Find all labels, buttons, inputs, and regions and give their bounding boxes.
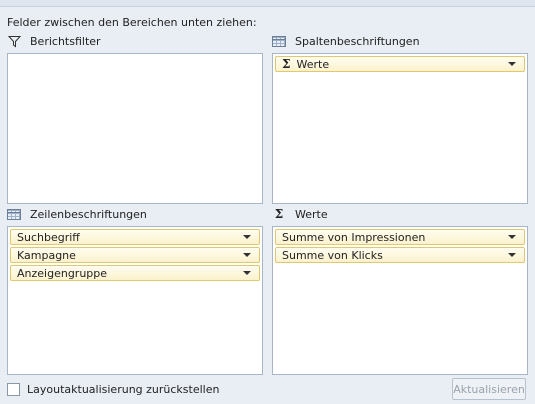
chevron-down-icon[interactable] [243, 235, 251, 239]
report-filter-title: Berichtsfilter [30, 34, 101, 48]
filter-icon [7, 34, 21, 48]
row-field-suchbegriff[interactable]: Suchbegriff [10, 229, 260, 245]
instruction-text: Felder zwischen den Bereichen unten zieh… [7, 16, 257, 29]
report-filter-header: Berichtsfilter [7, 33, 101, 49]
report-filter-drop-area[interactable] [7, 53, 263, 204]
defer-update-checkbox[interactable] [7, 383, 20, 396]
row-table-icon [7, 207, 21, 221]
sigma-icon: Σ [274, 207, 284, 221]
values-header: Σ Werte [272, 206, 328, 222]
field-label: Suchbegriff [17, 230, 80, 244]
row-labels-drop-area[interactable]: Suchbegriff Kampagne Anzeigengruppe [7, 226, 263, 375]
value-field-impressionen[interactable]: Summe von Impressionen [275, 229, 525, 245]
row-labels-header: Zeilenbeschriftungen [7, 206, 147, 222]
row-field-anzeigengruppe[interactable]: Anzeigengruppe [10, 265, 260, 281]
field-label: Anzeigengruppe [17, 266, 108, 280]
chevron-down-icon[interactable] [243, 253, 251, 257]
value-field-klicks[interactable]: Summe von Klicks [275, 247, 525, 263]
field-label: Summe von Klicks [282, 248, 383, 262]
values-drop-area[interactable]: Summe von Impressionen Summe von Klicks [272, 226, 528, 375]
defer-update-label[interactable]: Layoutaktualisierung zurückstellen [27, 383, 219, 396]
row-field-kampagne[interactable]: Kampagne [10, 247, 260, 263]
sigma-icon: Σ [282, 57, 291, 71]
chevron-down-icon[interactable] [243, 271, 251, 275]
chevron-down-icon[interactable] [508, 235, 516, 239]
column-labels-drop-area[interactable]: Σ Werte [272, 53, 528, 204]
field-label: Werte [296, 57, 330, 71]
field-label: Kampagne [17, 248, 76, 262]
column-field-werte[interactable]: Σ Werte [275, 56, 525, 72]
values-title: Werte [295, 207, 328, 221]
update-button[interactable]: Aktualisieren [452, 378, 526, 400]
field-label: Summe von Impressionen [282, 230, 426, 244]
row-labels-title: Zeilenbeschriftungen [30, 207, 147, 221]
column-labels-header: Spaltenbeschriftungen [272, 33, 420, 49]
column-table-icon [272, 34, 286, 48]
top-strip [0, 0, 535, 7]
chevron-down-icon[interactable] [508, 253, 516, 257]
chevron-down-icon[interactable] [508, 62, 516, 66]
column-labels-title: Spaltenbeschriftungen [295, 34, 420, 48]
